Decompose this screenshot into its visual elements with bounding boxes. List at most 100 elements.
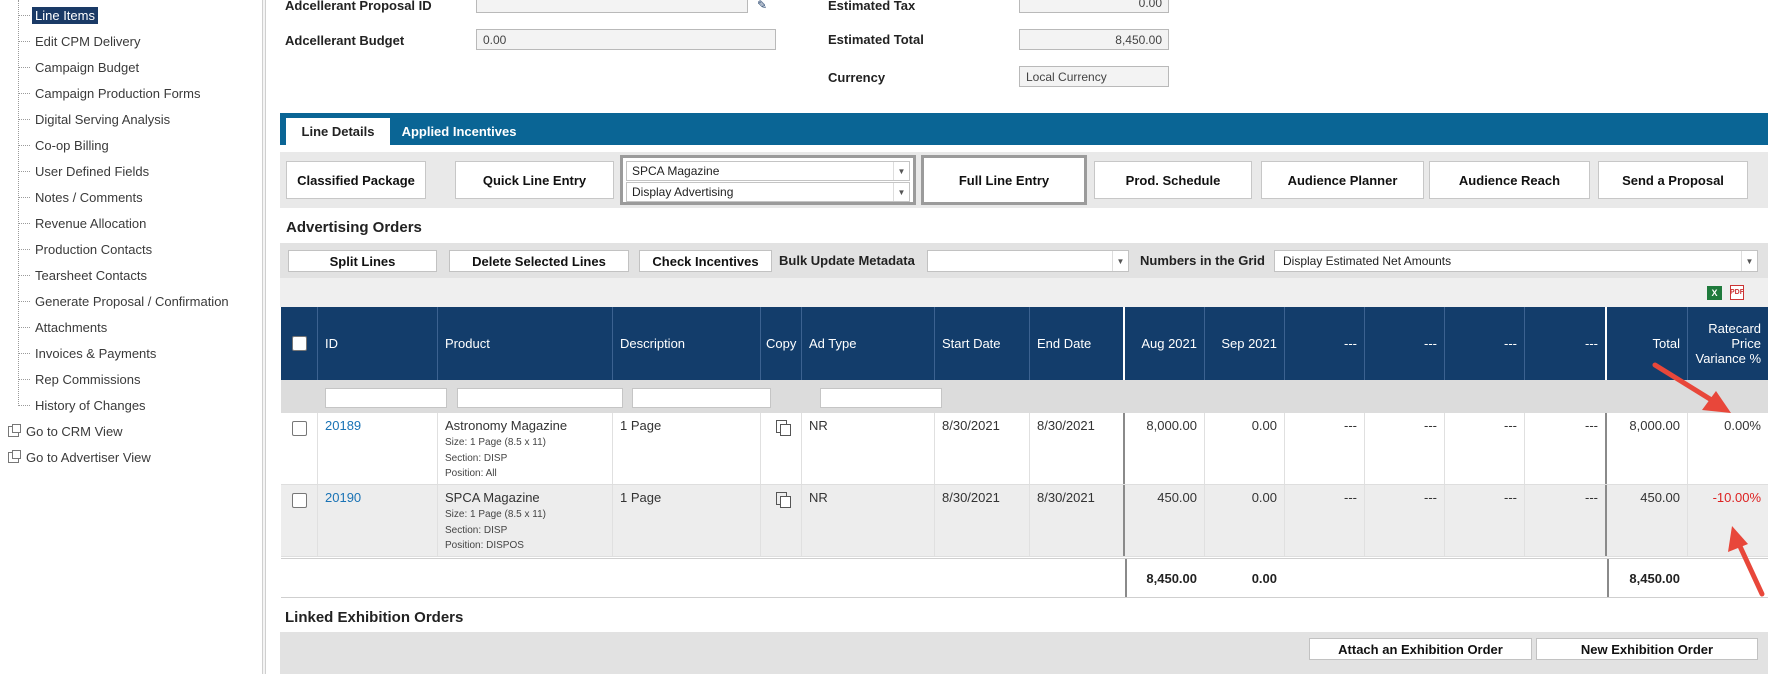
product-filter-input[interactable] [457,388,623,408]
sidebar-item-revenue-allocation[interactable]: Revenue Allocation [18,213,149,233]
row-total: 450.00 [1607,485,1688,556]
adcellerant-proposal-id-label: Adcellerant Proposal ID [285,0,432,13]
copy-icon[interactable] [775,420,791,436]
row-empty-month: --- [1285,413,1365,484]
sidebar-splitter[interactable] [262,0,266,674]
row-total: 8,000.00 [1607,413,1688,484]
numbers-in-grid-select[interactable]: Display Estimated Net Amounts ▼ [1274,250,1758,272]
sidebar-item-label: Production Contacts [35,241,153,257]
row-product-cell: Astronomy Magazine Size: 1 Page (8.5 x 1… [438,413,613,484]
pdf-export-icon[interactable]: PDF [1730,285,1744,300]
sidebar-item-edit-cpm-delivery[interactable]: Edit CPM Delivery [18,31,143,51]
row-checkbox[interactable] [291,421,307,436]
header-description[interactable]: Description [613,307,761,380]
quick-line-entry-button[interactable]: Quick Line Entry [455,161,614,199]
line-id-link[interactable]: 20190 [325,490,361,505]
grid-filter-row [281,380,1768,413]
sidebar-item-coop-billing[interactable]: Co-op Billing [18,135,112,155]
table-row[interactable]: 20190 SPCA Magazine Size: 1 Page (8.5 x … [281,485,1768,557]
row-product-cell: SPCA Magazine Size: 1 Page (8.5 x 11) Se… [438,485,613,556]
estimated-total-field: 8,450.00 [1019,29,1169,50]
table-row[interactable]: 20189 Astronomy Magazine Size: 1 Page (8… [281,413,1768,485]
header-copy[interactable]: Copy [761,307,802,380]
row-sep-amount: 0.00 [1205,485,1285,556]
header-start-date[interactable]: Start Date [935,307,1030,380]
sidebar-item-tearsheet-contacts[interactable]: Tearsheet Contacts [18,265,150,285]
product-size: Size: 1 Page (8.5 x 11) [445,509,546,520]
header-sep-2021[interactable]: Sep 2021 [1205,307,1285,380]
header-empty-month: --- [1445,307,1525,380]
row-aug-amount: 450.00 [1125,485,1205,556]
prod-schedule-button[interactable]: Prod. Schedule [1094,161,1252,199]
split-lines-button[interactable]: Split Lines [288,250,437,272]
tab-applied-incentives[interactable]: Applied Incentives [395,118,523,145]
grid-header: ID Product Description Copy Ad Type Star… [281,307,1768,380]
adcellerant-budget-field[interactable]: 0.00 [476,29,776,50]
grid-totals-row: 8,450.00 0.00 8,450.00 [281,558,1768,598]
section-select[interactable]: Display Advertising ▼ [626,182,910,202]
send-proposal-button[interactable]: Send a Proposal [1598,161,1748,199]
classified-package-button[interactable]: Classified Package [286,161,426,199]
row-ad-type: NR [802,485,935,556]
tab-line-details[interactable]: Line Details [286,118,390,145]
full-line-entry-button[interactable]: Full Line Entry [921,155,1087,205]
delete-selected-lines-button[interactable]: Delete Selected Lines [449,250,629,272]
export-strip: X PDF [280,278,1768,307]
row-empty-month: --- [1365,485,1445,556]
sidebar-item-rep-commissions[interactable]: Rep Commissions [18,369,143,389]
header-total[interactable]: Total [1607,307,1688,380]
edit-icon[interactable]: ✎ [753,0,771,13]
open-window-icon [8,423,21,437]
header-empty-month: --- [1285,307,1365,380]
advertising-orders-title: Advertising Orders [286,219,422,236]
audience-planner-button[interactable]: Audience Planner [1261,161,1424,199]
header-id[interactable]: ID [318,307,438,380]
sidebar-item-user-defined-fields[interactable]: User Defined Fields [18,161,152,181]
line-entry-toolbar: Classified Package Quick Line Entry SPCA… [280,152,1768,208]
excel-export-icon[interactable]: X [1707,286,1722,300]
copy-icon[interactable] [775,492,791,508]
sidebar-item-label: Tearsheet Contacts [35,267,148,283]
description-filter-input[interactable] [632,388,771,408]
header-end-date[interactable]: End Date [1030,307,1125,380]
ad-type-filter-input[interactable] [820,388,942,408]
audience-reach-button[interactable]: Audience Reach [1429,161,1590,199]
go-to-advertiser-view-link[interactable]: Go to Advertiser View [8,447,151,467]
sidebar-item-line-items[interactable]: Line Items [18,5,98,25]
sidebar-item-label: Co-op Billing [35,137,109,153]
total-aug-amount: 8,450.00 [1125,559,1205,597]
header-ad-type[interactable]: Ad Type [802,307,935,380]
estimated-total-label: Estimated Total [828,32,924,47]
header-aug-2021[interactable]: Aug 2021 [1125,307,1205,380]
publication-select[interactable]: SPCA Magazine ▼ [626,161,910,181]
bulk-update-metadata-select[interactable]: ▼ [927,250,1129,272]
sidebar-item-label: Edit CPM Delivery [35,33,141,49]
header-product[interactable]: Product [438,307,613,380]
new-exhibition-order-button[interactable]: New Exhibition Order [1536,638,1758,660]
sidebar-item-history-of-changes[interactable]: History of Changes [18,395,149,415]
sidebar-item-attachments[interactable]: Attachments [18,317,110,337]
estimated-tax-label: Estimated Tax [828,0,916,13]
sidebar-item-digital-serving-analysis[interactable]: Digital Serving Analysis [18,109,173,129]
publication-select-value: SPCA Magazine [632,164,720,178]
adcellerant-proposal-id-field[interactable] [476,0,748,13]
go-to-crm-view-link[interactable]: Go to CRM View [8,421,123,441]
estimated-tax-field: 0.00 [1019,0,1169,13]
sidebar-item-invoices-payments[interactable]: Invoices & Payments [18,343,159,363]
sidebar-item-campaign-production-forms[interactable]: Campaign Production Forms [18,83,203,103]
sidebar-item-notes-comments[interactable]: Notes / Comments [18,187,146,207]
sidebar-item-campaign-budget[interactable]: Campaign Budget [18,57,142,77]
sidebar-item-production-contacts[interactable]: Production Contacts [18,239,155,259]
line-id-link[interactable]: 20189 [325,418,361,433]
select-all-checkbox[interactable] [291,336,307,351]
check-incentives-button[interactable]: Check Incentives [639,250,772,272]
row-copy-cell [761,485,802,556]
product-section: Section: DISP [445,452,508,464]
attach-exhibition-order-button[interactable]: Attach an Exhibition Order [1309,638,1532,660]
id-filter-input[interactable] [325,388,447,408]
publication-section-selector: SPCA Magazine ▼ Display Advertising ▼ [620,155,916,205]
header-ratecard-price-variance[interactable]: Ratecard Price Variance % [1688,307,1768,380]
row-checkbox[interactable] [291,493,307,508]
row-empty-month: --- [1445,485,1525,556]
sidebar-item-generate-proposal[interactable]: Generate Proposal / Confirmation [18,291,232,311]
